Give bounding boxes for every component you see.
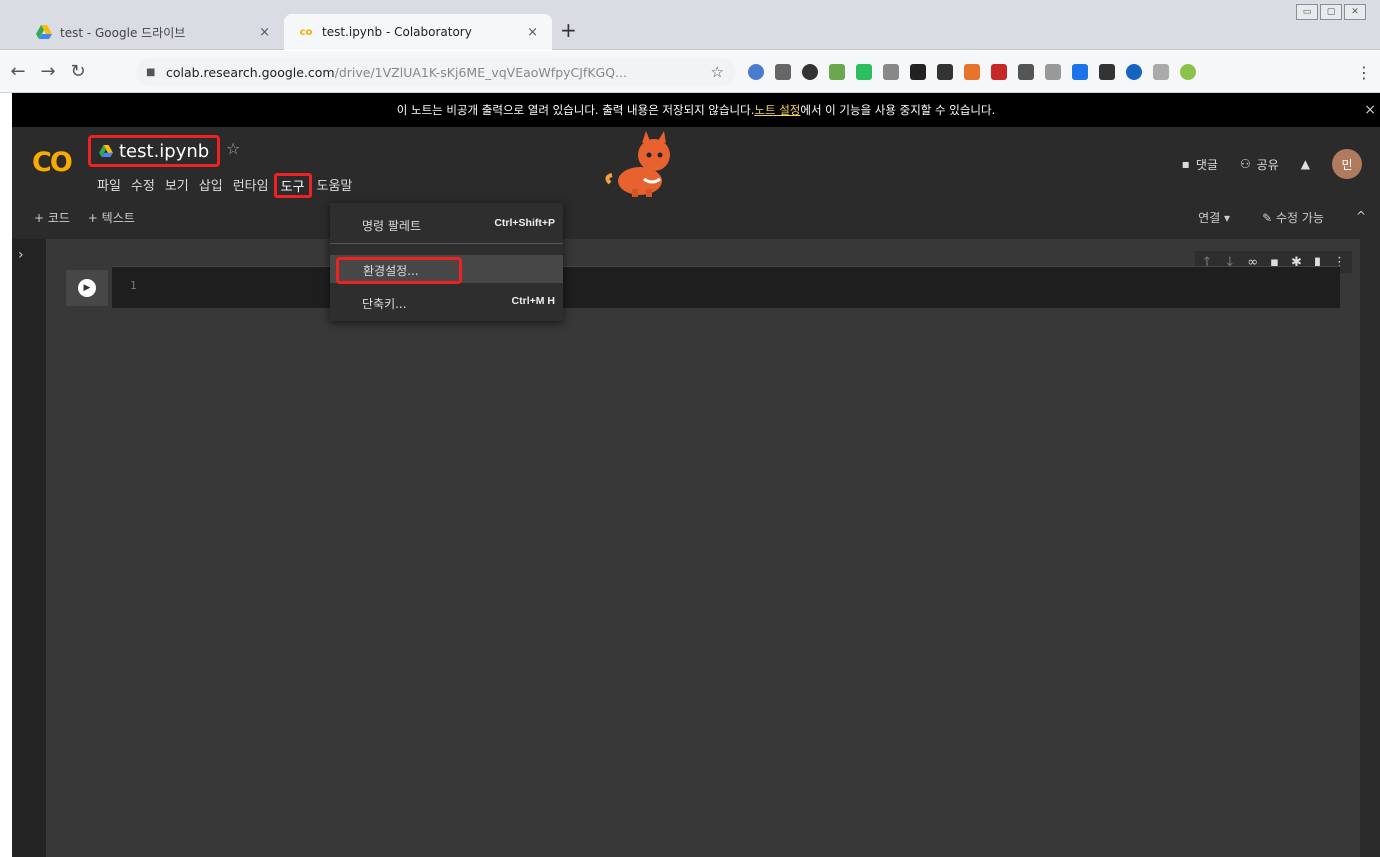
colab-icon: co	[299, 26, 313, 38]
minimize-button[interactable]: ▭	[1296, 4, 1318, 20]
extension-icons	[748, 64, 1196, 80]
collapse-header-icon[interactable]: ^	[1356, 209, 1366, 226]
left-sidebar: ›	[12, 239, 46, 857]
browser-tab-strip: test - Google 드라이브 × co test.ipynb - Col…	[0, 0, 1380, 50]
evernote-icon[interactable]	[856, 64, 872, 80]
extension-icon[interactable]	[748, 64, 764, 80]
banner-text: 이 노트는 비공개 출력으로 열려 있습니다. 출력 내용은 저장되지 않습니다…	[396, 103, 755, 117]
editing-status[interactable]: ✎ 수정 가능	[1262, 209, 1324, 226]
lock-icon: ■	[146, 66, 156, 78]
cat-mascot-image	[605, 131, 670, 197]
close-icon[interactable]: ×	[1364, 102, 1376, 118]
extension-icon[interactable]	[829, 64, 845, 80]
avatar[interactable]: 민	[1332, 149, 1362, 179]
browser-toolbar: ← → ↻ ■ colab.research.google.com /drive…	[0, 51, 1380, 93]
menu-item-command-palette[interactable]: 명령 팔레트 Ctrl+Shift+P	[330, 209, 563, 237]
run-cell-button[interactable]: ▶	[66, 270, 108, 306]
new-tab-button[interactable]: +	[560, 18, 577, 42]
banner-text: 에서 이 기능을 사용 중지할 수 있습니다.	[800, 103, 996, 117]
extension-icon[interactable]	[964, 64, 980, 80]
eye-icon[interactable]	[802, 64, 818, 80]
menu-help[interactable]: 도움말	[312, 173, 358, 198]
pencil-icon: ✎	[1262, 211, 1276, 225]
menu-insert[interactable]: 삽입	[194, 173, 228, 198]
star-icon[interactable]: ☆	[226, 139, 240, 158]
notebook-settings-link[interactable]: 노트 설정	[754, 102, 800, 118]
url-path: /drive/1VZlUA1K-sKj6ME_vqVEaoWfpyCJfKGQ.…	[334, 64, 627, 80]
notebook-area	[46, 239, 1360, 857]
tab-colaboratory[interactable]: co test.ipynb - Colaboratory ×	[284, 14, 552, 50]
reply-icon[interactable]	[910, 64, 926, 80]
menu-view[interactable]: 보기	[160, 173, 194, 198]
tab-close-icon[interactable]: ×	[527, 25, 538, 40]
extension-icon[interactable]	[991, 64, 1007, 80]
tools-dropdown-menu: 명령 팔레트 Ctrl+Shift+P 환경설정... 단축키... Ctrl+…	[330, 203, 563, 321]
expand-sidebar-icon[interactable]: ›	[18, 247, 46, 263]
line-number: 1	[130, 279, 137, 292]
browser-menu-icon[interactable]: ⋮	[1356, 63, 1372, 82]
dropbox-icon[interactable]	[1072, 64, 1088, 80]
play-icon: ▶	[78, 279, 96, 297]
connect-button[interactable]: 연결 ▾	[1198, 209, 1230, 226]
add-code-button[interactable]: + 코드	[34, 211, 70, 225]
extension-icon[interactable]	[1099, 64, 1115, 80]
share-label: 공유	[1256, 157, 1279, 172]
extension-icon[interactable]	[883, 64, 899, 80]
comment-label: 댓글	[1195, 157, 1218, 172]
tab-title: test - Google 드라이브	[60, 25, 186, 40]
address-bar[interactable]: ■ colab.research.google.com /drive/1VZlU…	[136, 58, 736, 86]
editing-label: 수정 가능	[1275, 211, 1324, 225]
extension-icon[interactable]	[1180, 64, 1196, 80]
maximize-button[interactable]: ▢	[1320, 4, 1342, 20]
forward-arrow-icon[interactable]: →	[36, 61, 60, 82]
back-arrow-icon[interactable]: ←	[6, 61, 30, 82]
extension-icon[interactable]	[1045, 64, 1061, 80]
shortcut-label: Ctrl+Shift+P	[494, 217, 555, 229]
shortcut-label: Ctrl+M H	[511, 295, 555, 307]
share-button[interactable]: ⚇ 공유	[1240, 156, 1279, 173]
header-actions: ▪ 댓글 ⚇ 공유 ▲ 민	[1182, 149, 1362, 179]
tab-close-icon[interactable]: ×	[259, 25, 270, 40]
menu-item-shortcuts[interactable]: 단축키... Ctrl+M H	[330, 287, 563, 315]
menu-item-label: 환경설정...	[336, 257, 462, 284]
notebook-title[interactable]: test.ipynb	[88, 135, 221, 167]
comment-button[interactable]: ▪ 댓글	[1182, 156, 1218, 173]
menu-file[interactable]: 파일	[92, 173, 126, 198]
tab-title: test.ipynb - Colaboratory	[322, 25, 472, 39]
menu-item-preferences[interactable]: 환경설정...	[330, 255, 563, 284]
menu-tools[interactable]: 도구	[273, 173, 312, 198]
people-icon: ⚇	[1239, 157, 1251, 171]
add-text-button[interactable]: + 텍스트	[88, 211, 135, 225]
menu-item-label: 단축키...	[362, 297, 407, 311]
screen: test - Google 드라이브 × co test.ipynb - Col…	[0, 0, 1380, 857]
menu-item-label: 명령 팔레트	[362, 219, 422, 233]
comment-icon: ▪	[1181, 157, 1190, 171]
flask-icon[interactable]: ▲	[1301, 157, 1310, 171]
extension-icon[interactable]	[775, 64, 791, 80]
colab-logo[interactable]: CO	[32, 147, 73, 178]
private-output-banner: 이 노트는 비공개 출력으로 열려 있습니다. 출력 내용은 저장되지 않습니다…	[12, 93, 1380, 127]
url-host: colab.research.google.com	[166, 64, 335, 80]
notebook-title-text: test.ipynb	[119, 140, 210, 162]
menu-edit[interactable]: 수정	[126, 173, 160, 198]
extension-icon[interactable]	[1153, 64, 1169, 80]
reload-icon[interactable]: ↻	[66, 61, 90, 82]
notebook-toolbar: + 코드 + 텍스트 연결 ▾ ✎ 수정 가능 ^	[12, 207, 1380, 235]
menu-divider	[330, 243, 563, 244]
google-drive-icon	[36, 24, 52, 40]
menu-runtime[interactable]: 런타임	[228, 173, 274, 198]
menu-bar: 파일 수정 보기 삽입 런타임 도구 도움말	[92, 173, 357, 198]
code-cell[interactable]: 1	[112, 266, 1340, 308]
tab-google-drive[interactable]: test - Google 드라이브 ×	[22, 14, 284, 50]
close-window-button[interactable]: ✕	[1344, 4, 1366, 20]
extension-icon[interactable]	[937, 64, 953, 80]
extension-icon[interactable]	[1018, 64, 1034, 80]
window-controls: ▭ ▢ ✕	[1296, 4, 1366, 20]
google-drive-icon	[99, 145, 113, 157]
bookmark-star-icon[interactable]: ☆	[711, 63, 724, 81]
colab-app: CO test.ipynb ☆ 파일 수정 보기 삽입 런타임 도구 도움말 ▪…	[12, 127, 1380, 857]
opera-icon[interactable]	[1126, 64, 1142, 80]
